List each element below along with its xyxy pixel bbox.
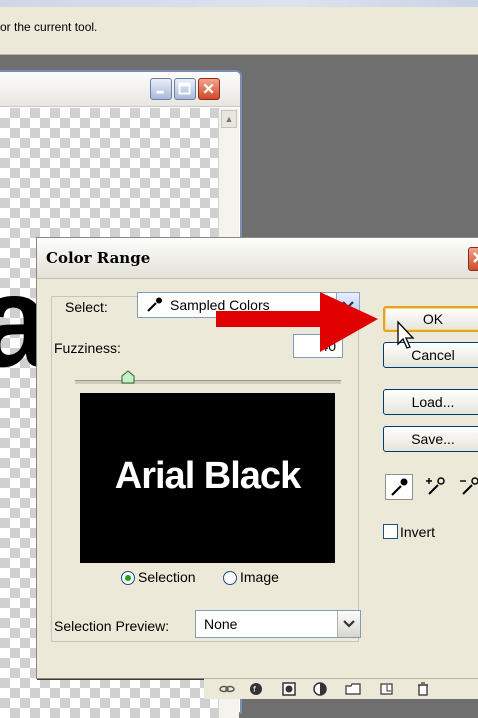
adjustment-layer-icon[interactable]: [312, 682, 330, 696]
dialog-titlebar: Color Range: [37, 238, 478, 279]
close-button[interactable]: [198, 78, 220, 100]
selection-preview-value: None: [204, 616, 238, 632]
chevron-down-icon[interactable]: [337, 611, 360, 637]
svg-text:f: f: [253, 685, 256, 694]
mouse-cursor-icon: [397, 320, 415, 349]
ok-button-label: OK: [422, 311, 444, 327]
new-layer-icon[interactable]: [378, 682, 396, 696]
cancel-button-label: Cancel: [411, 347, 455, 363]
save-button-label: Save...: [411, 431, 455, 447]
hint-bar: or the current tool.: [0, 0, 478, 55]
close-icon: [203, 83, 214, 94]
invert-checkbox[interactable]: Invert: [383, 524, 435, 540]
eyedropper-minus-button[interactable]: [457, 474, 478, 500]
preview-text: Arial Black: [114, 455, 301, 497]
close-icon: [473, 252, 478, 263]
fuzziness-slider[interactable]: [75, 380, 341, 384]
selection-preview-dropdown[interactable]: None: [195, 610, 361, 638]
eyedropper-icon: [391, 478, 408, 496]
eyedropper-plus-button[interactable]: [423, 474, 451, 500]
layers-toolbar: f: [204, 678, 478, 699]
document-titlebar: [0, 72, 240, 107]
eyedropper-button[interactable]: [385, 474, 413, 500]
maximize-icon: [178, 82, 191, 95]
selection-preview-image[interactable]: Arial Black: [80, 393, 335, 563]
top-strip: [0, 0, 478, 7]
hint-text: or the current tool.: [0, 20, 98, 34]
invert-box[interactable]: [383, 524, 398, 539]
maximize-button[interactable]: [174, 78, 196, 100]
invert-label: Invert: [400, 524, 436, 540]
new-group-icon[interactable]: [344, 682, 362, 696]
load-button[interactable]: Load...: [383, 389, 478, 415]
add-mask-icon[interactable]: [280, 682, 298, 696]
scroll-up-icon[interactable]: ▲: [221, 110, 237, 128]
eyedropper-minus-icon: [460, 477, 478, 495]
red-arrow-annotation: [216, 292, 378, 352]
radio-selection-label: Selection: [138, 569, 196, 585]
radio-image-dot[interactable]: [223, 571, 237, 585]
radio-image[interactable]: Image: [223, 569, 279, 587]
dialog-title: Color Range: [46, 249, 151, 267]
load-button-label: Load...: [411, 394, 455, 410]
minimize-button[interactable]: [150, 78, 172, 100]
radio-selection-dot[interactable]: [121, 571, 135, 585]
eyedropper-plus-icon: [426, 477, 445, 495]
fuzziness-label: Fuzziness:: [54, 340, 121, 356]
minimize-icon: [156, 90, 164, 94]
layer-style-icon[interactable]: f: [248, 682, 266, 696]
save-button[interactable]: Save...: [383, 426, 478, 452]
trash-icon[interactable]: [414, 682, 432, 696]
radio-image-label: Image: [240, 569, 279, 585]
dialog-close-button[interactable]: [468, 247, 478, 271]
eyedropper-icon: [147, 297, 162, 312]
select-label-text: Select:: [65, 299, 108, 315]
selection-preview-label: Selection Preview:: [54, 618, 170, 634]
slider-thumb[interactable]: [121, 370, 135, 384]
radio-selection[interactable]: Selection: [121, 569, 196, 587]
select-label: Select:: [61, 299, 112, 315]
link-icon[interactable]: [218, 682, 236, 696]
